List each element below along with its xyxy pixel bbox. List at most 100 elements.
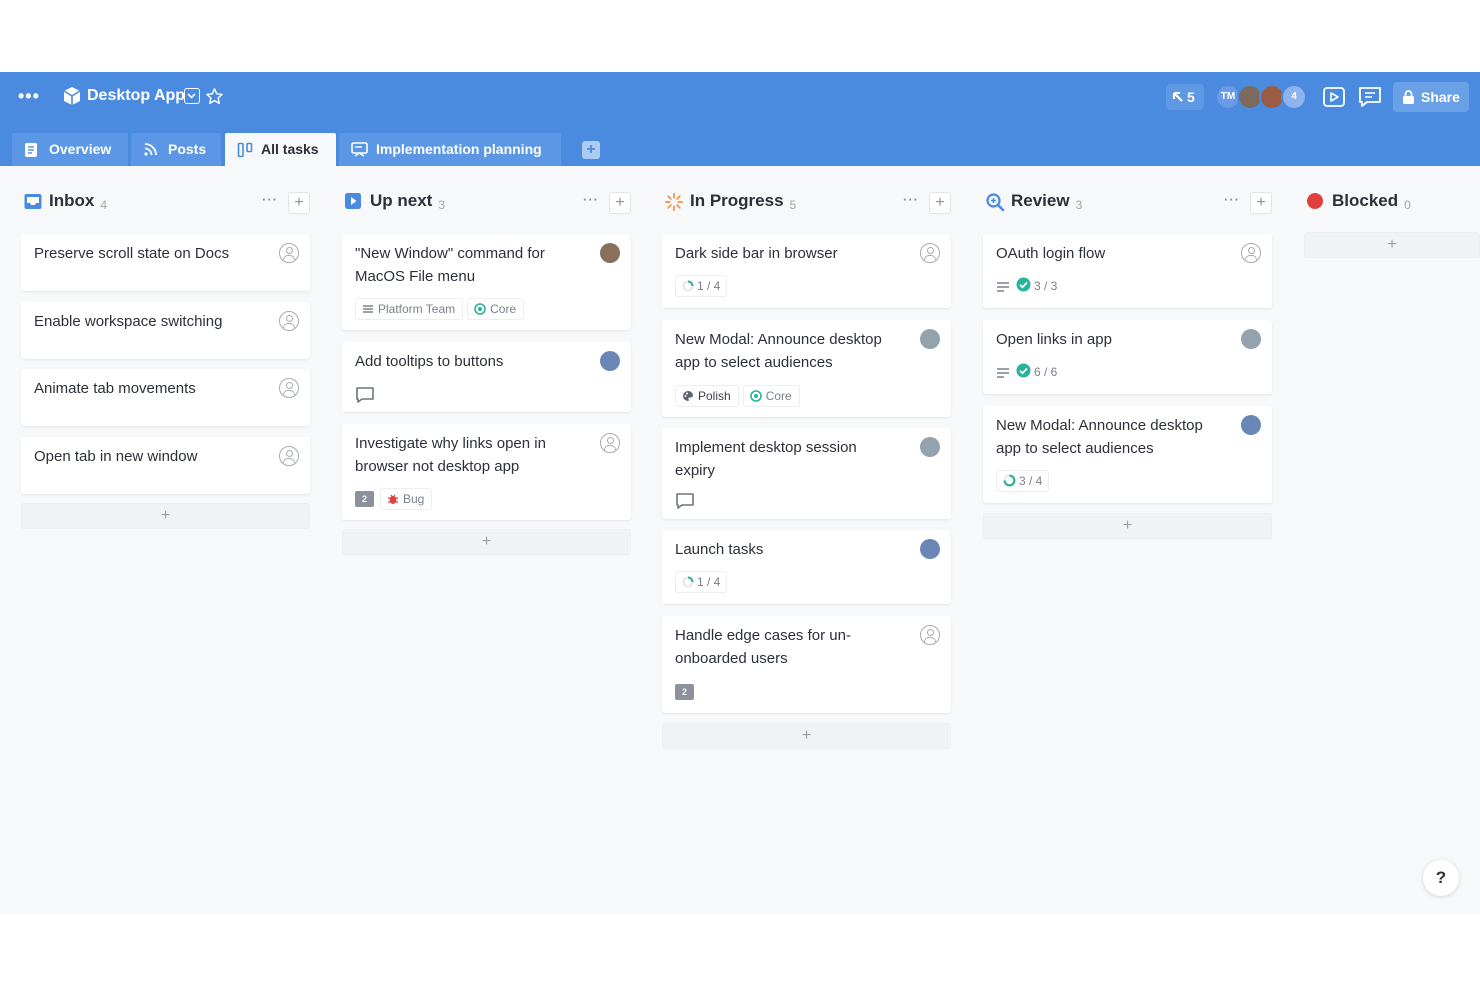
- doc-icon: [25, 143, 37, 157]
- avatar[interactable]: [1241, 329, 1261, 349]
- task-card[interactable]: Open links in app 6 / 6: [983, 320, 1272, 394]
- add-card-button[interactable]: +: [21, 503, 310, 529]
- share-button[interactable]: Share: [1393, 82, 1469, 112]
- column-add-button[interactable]: +: [1250, 192, 1272, 214]
- tab-overview[interactable]: Overview: [12, 133, 128, 166]
- present-icon[interactable]: [1321, 84, 1347, 110]
- app-title[interactable]: Desktop App: [87, 87, 185, 105]
- task-card[interactable]: Launch tasks 1 / 4: [662, 530, 951, 604]
- task-card[interactable]: "New Window" command for MacOS File menu…: [342, 234, 631, 330]
- column-count: 4: [100, 198, 108, 212]
- tag-core[interactable]: Core: [742, 385, 800, 407]
- column-menu-icon[interactable]: ···: [1224, 192, 1240, 207]
- add-card-button[interactable]: +: [342, 529, 631, 555]
- unassigned-avatar-icon[interactable]: [920, 625, 940, 645]
- avatar[interactable]: [600, 243, 620, 263]
- unassigned-avatar-icon[interactable]: [279, 243, 299, 263]
- task-card[interactable]: Add tooltips to buttons: [342, 342, 631, 412]
- cursor-count-badge[interactable]: 5: [1166, 84, 1204, 110]
- more-icon[interactable]: •••: [18, 86, 40, 107]
- task-card[interactable]: Animate tab movements: [21, 369, 310, 426]
- column-title[interactable]: Up next 3: [370, 191, 445, 212]
- check-circle-icon: [1016, 277, 1031, 292]
- tab-implementation-planning[interactable]: Implementation planning: [339, 133, 561, 166]
- unassigned-avatar-icon[interactable]: [279, 311, 299, 331]
- card-meta: 3 / 3: [996, 276, 1063, 298]
- task-card[interactable]: Dark side bar in browser 1 / 4: [662, 234, 951, 308]
- card-meta: 3 / 4: [996, 470, 1050, 492]
- avatar[interactable]: [920, 539, 940, 559]
- lock-icon: [1403, 90, 1414, 104]
- column-menu-icon[interactable]: ···: [262, 192, 278, 207]
- task-card[interactable]: OAuth login flow 3 / 3: [983, 234, 1272, 308]
- column-count: 0: [1404, 198, 1411, 212]
- bug-icon: [388, 494, 398, 504]
- task-card[interactable]: Enable workspace switching: [21, 302, 310, 359]
- comment-count-badge[interactable]: 2: [355, 491, 374, 507]
- add-tab-button[interactable]: +: [582, 141, 600, 159]
- chevron-down-icon[interactable]: [184, 88, 200, 104]
- column-add-button[interactable]: +: [609, 192, 631, 214]
- subtask-progress[interactable]: 1 / 4: [675, 275, 728, 297]
- subtask-progress[interactable]: 1 / 4: [675, 571, 728, 593]
- subtask-progress[interactable]: 6 / 6: [1016, 362, 1063, 384]
- task-card[interactable]: New Modal: Announce desktop app to selec…: [983, 406, 1272, 503]
- board-icon: [237, 142, 253, 158]
- comment-count-badge[interactable]: 2: [675, 683, 694, 700]
- column-menu-icon[interactable]: ···: [903, 192, 919, 207]
- tab-all-tasks[interactable]: All tasks: [225, 133, 336, 166]
- column-menu-icon[interactable]: ···: [583, 192, 599, 207]
- help-button[interactable]: ?: [1423, 860, 1459, 896]
- unassigned-avatar-icon[interactable]: [279, 378, 299, 398]
- unassigned-avatar-icon[interactable]: [279, 446, 299, 466]
- avatar-overflow-count[interactable]: 4: [1281, 84, 1307, 110]
- comment-icon[interactable]: [675, 492, 695, 510]
- column-header: Review 3 ··· +: [983, 182, 1272, 220]
- column-inbox: Inbox 4 ··· + Preserve scroll state on Do…: [21, 182, 310, 529]
- avatar[interactable]: [920, 437, 940, 457]
- add-card-button[interactable]: +: [1304, 232, 1480, 258]
- progress-ring-icon: [682, 280, 694, 292]
- tag-polish[interactable]: Polish: [675, 385, 739, 407]
- column-add-button[interactable]: +: [929, 192, 951, 214]
- comments-icon[interactable]: [1357, 84, 1383, 110]
- comment-icon[interactable]: [355, 386, 375, 404]
- column-add-button[interactable]: +: [288, 192, 310, 214]
- unassigned-avatar-icon[interactable]: [920, 243, 940, 263]
- task-card[interactable]: New Modal: Announce desktop app to selec…: [662, 320, 951, 417]
- description-icon: [997, 282, 1009, 292]
- add-card-button[interactable]: +: [662, 723, 951, 749]
- card-tags: Platform Team Core: [355, 298, 528, 320]
- star-icon[interactable]: [205, 87, 224, 106]
- palette-icon: [683, 391, 693, 401]
- card-title: New Modal: Announce desktop app to selec…: [675, 331, 882, 371]
- description-icon: [997, 368, 1009, 378]
- column-title[interactable]: Blocked 0: [1332, 191, 1411, 212]
- subtask-progress[interactable]: 3 / 3: [1016, 276, 1063, 298]
- subtask-progress[interactable]: 3 / 4: [996, 470, 1050, 492]
- card-title: OAuth login flow: [996, 245, 1106, 262]
- column-title[interactable]: Inbox 4: [49, 191, 108, 212]
- task-card[interactable]: Preserve scroll state on Docs: [21, 234, 310, 291]
- avatar[interactable]: [1241, 415, 1261, 435]
- task-card[interactable]: Handle edge cases for un-onboarded users…: [662, 616, 951, 713]
- share-label: Share: [1421, 89, 1460, 105]
- task-card[interactable]: Implement desktop session expiry: [662, 428, 951, 519]
- column-review: Review 3 ··· + OAuth login flow 3 / 3 Ope…: [983, 182, 1272, 539]
- tag-platform-team[interactable]: Platform Team: [355, 298, 464, 320]
- column-title[interactable]: Review 3: [1011, 191, 1083, 212]
- unassigned-avatar-icon[interactable]: [1241, 243, 1261, 263]
- column-up-next: Up next 3 ··· + "New Window" command for …: [342, 182, 631, 555]
- avatar[interactable]: [600, 351, 620, 371]
- card-title: Open links in app: [996, 331, 1112, 348]
- avatar[interactable]: [920, 329, 940, 349]
- unassigned-avatar-icon[interactable]: [600, 433, 620, 453]
- task-card[interactable]: Investigate why links open in browser no…: [342, 424, 631, 520]
- tag-core[interactable]: Core: [467, 298, 525, 320]
- column-count: 3: [1075, 198, 1083, 212]
- tab-posts[interactable]: Posts: [131, 133, 221, 166]
- task-card[interactable]: Open tab in new window: [21, 437, 310, 494]
- column-title[interactable]: In Progress 5: [690, 191, 796, 212]
- add-card-button[interactable]: +: [983, 513, 1272, 539]
- tag-bug[interactable]: Bug: [380, 488, 433, 510]
